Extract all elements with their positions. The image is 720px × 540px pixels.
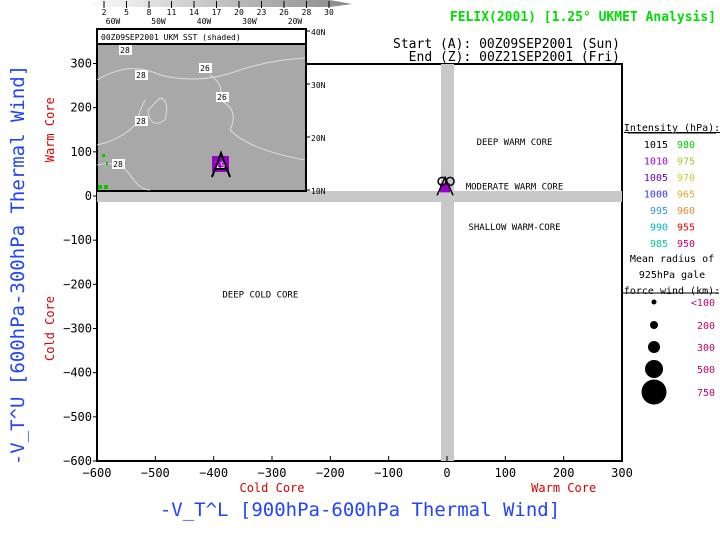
radius-legend-label: 200 bbox=[697, 321, 715, 332]
region-label: SHALLOW WARM-CORE bbox=[468, 223, 560, 233]
x-tick-label: −400 bbox=[199, 466, 228, 480]
intensity-legend-value: 955 bbox=[677, 223, 695, 234]
inset-lon-label: 50W bbox=[151, 17, 166, 26]
intensity-legend-value: 995 bbox=[650, 206, 668, 217]
y-tick-label: −300 bbox=[63, 322, 92, 336]
intensity-legend-title: Intensity (hPa): bbox=[624, 123, 720, 134]
radius-legend-label: 750 bbox=[697, 388, 715, 399]
inset-lat-label: 20N bbox=[311, 134, 326, 143]
island-marker bbox=[104, 185, 108, 189]
colorbar-tick-label: 5 bbox=[124, 8, 129, 17]
contour-label: 26 bbox=[217, 93, 227, 102]
intensity-legend-value: 960 bbox=[677, 206, 695, 217]
region-label: DEEP WARM CORE bbox=[477, 138, 553, 148]
y-tick-label: 100 bbox=[70, 145, 92, 159]
x-tick-label: 0 bbox=[443, 466, 450, 480]
colorbar-tick-label: 11 bbox=[167, 8, 177, 17]
x-tick-label: 300 bbox=[611, 466, 633, 480]
y-axis-title: -V_T^U [600hPa-300hPa Thermal Wind] bbox=[7, 65, 29, 465]
intensity-legend-value: 975 bbox=[677, 157, 695, 168]
x-axis-annotation: Cold Core bbox=[239, 481, 304, 495]
inset-title: 00Z09SEP2001 UKM SST (shaded) bbox=[101, 33, 241, 42]
colorbar-tick-label: 17 bbox=[212, 8, 222, 17]
intensity-legend-value: 990 bbox=[650, 223, 668, 234]
inset-lon-label: 40W bbox=[197, 17, 212, 26]
sst-colorbar: 2 5 8 11 14 17 20 23 26 28 30 bbox=[82, 0, 352, 17]
x-axis-title: -V_T^L [900hPa-600hPa Thermal Wind] bbox=[160, 499, 560, 521]
x-tick-label: −600 bbox=[83, 466, 112, 480]
contour-label: 26 bbox=[200, 64, 210, 73]
intensity-legend-value: 985 bbox=[650, 239, 668, 250]
y-tick-label: −200 bbox=[63, 277, 92, 291]
island-marker bbox=[102, 154, 105, 157]
radius-legend-title: force wind (km): bbox=[624, 286, 720, 297]
contour-label: 28 bbox=[120, 46, 130, 55]
radius-legend-circle bbox=[650, 321, 658, 329]
inset-lon-label: 20W bbox=[288, 17, 303, 26]
y-tick-label: −600 bbox=[63, 454, 92, 468]
y-axis-annotation: Warm Core bbox=[43, 97, 57, 162]
x-tick-label: −100 bbox=[374, 466, 403, 480]
chart-title: FELIX(2001) [1.25° UKMET Analysis] bbox=[450, 10, 716, 25]
island-marker bbox=[106, 162, 108, 165]
radius-legend-circle bbox=[645, 360, 663, 378]
radius-legend-circle bbox=[648, 341, 660, 353]
x-tick-label: 200 bbox=[553, 466, 575, 480]
y-tick-label: 300 bbox=[70, 57, 92, 71]
intensity-legend-value: 1000 bbox=[644, 190, 668, 201]
colorbar-tick-label: 2 bbox=[102, 8, 107, 17]
intensity-legend-value: 1005 bbox=[644, 173, 668, 184]
region-label: MODERATE WARM CORE bbox=[466, 182, 564, 192]
intensity-legend-value: 970 bbox=[677, 173, 695, 184]
y-tick-label: 200 bbox=[70, 101, 92, 115]
x-tick-label: −300 bbox=[258, 466, 287, 480]
zero-y-band bbox=[97, 191, 622, 202]
radius-legend-title: 925hPa gale bbox=[639, 270, 705, 281]
zero-x-band bbox=[441, 64, 454, 461]
x-tick-label: −500 bbox=[141, 466, 170, 480]
inset-lon-label: 30W bbox=[242, 17, 257, 26]
y-tick-label: −100 bbox=[63, 233, 92, 247]
radius-legend-circle bbox=[641, 379, 667, 405]
inset-lon-label: 60W bbox=[106, 17, 121, 26]
radius-legend-label: 300 bbox=[697, 343, 715, 354]
y-axis-annotation: Cold Core bbox=[43, 296, 57, 361]
y-tick-label: −400 bbox=[63, 366, 92, 380]
radius-legend-label: <100 bbox=[691, 298, 715, 309]
island-marker bbox=[98, 185, 102, 189]
legend: Intensity (hPa): 1015 980 1010 975 1005 970 10… bbox=[623, 123, 720, 405]
end-label: End (Z): 00Z21SEP2001 (Fri) bbox=[409, 50, 620, 65]
x-tick-label: −200 bbox=[316, 466, 345, 480]
intensity-legend-value: 965 bbox=[677, 190, 695, 201]
intensity-legend-value: 1010 bbox=[644, 157, 668, 168]
colorbar-tick-label: 26 bbox=[279, 8, 289, 17]
radius-legend-circle bbox=[651, 299, 657, 305]
colorbar-tick-label: 23 bbox=[257, 8, 267, 17]
intensity-legend-value: 980 bbox=[677, 140, 695, 151]
colorbar-tick-label: 14 bbox=[189, 8, 199, 17]
region-label: DEEP COLD CORE bbox=[222, 291, 298, 301]
colorbar-tick-label: 20 bbox=[234, 8, 244, 17]
inset-map: 00Z09SEP2001 UKM SST (shaded) 60W 50W 40W 3… bbox=[96, 17, 326, 196]
intensity-legend-value: 950 bbox=[677, 239, 695, 250]
inset-lat-label: 10N bbox=[311, 187, 326, 196]
contour-label: 28 bbox=[136, 71, 146, 80]
radius-legend-label: 500 bbox=[697, 365, 715, 376]
phase-diagram: 2 5 8 11 14 17 20 23 26 28 30 FELIX(2001) [1.25° U… bbox=[7, 0, 720, 521]
contour-label: 28 bbox=[113, 160, 123, 169]
y-tick-label: −500 bbox=[63, 410, 92, 424]
y-tick-label: 0 bbox=[85, 189, 92, 203]
colorbar-tick-label: 30 bbox=[324, 8, 334, 17]
colorbar-tick-label: 28 bbox=[302, 8, 312, 17]
inset-lat-label: 30N bbox=[311, 81, 326, 90]
x-tick-label: 100 bbox=[494, 466, 516, 480]
radius-legend-title: Mean radius of bbox=[630, 254, 714, 265]
x-axis-annotation: Warm Core bbox=[531, 481, 596, 495]
intensity-legend-value: 1015 bbox=[644, 140, 668, 151]
contour-label: 28 bbox=[136, 117, 146, 126]
inset-lat-label: 40N bbox=[311, 28, 326, 37]
colorbar-tick-label: 8 bbox=[147, 8, 152, 17]
